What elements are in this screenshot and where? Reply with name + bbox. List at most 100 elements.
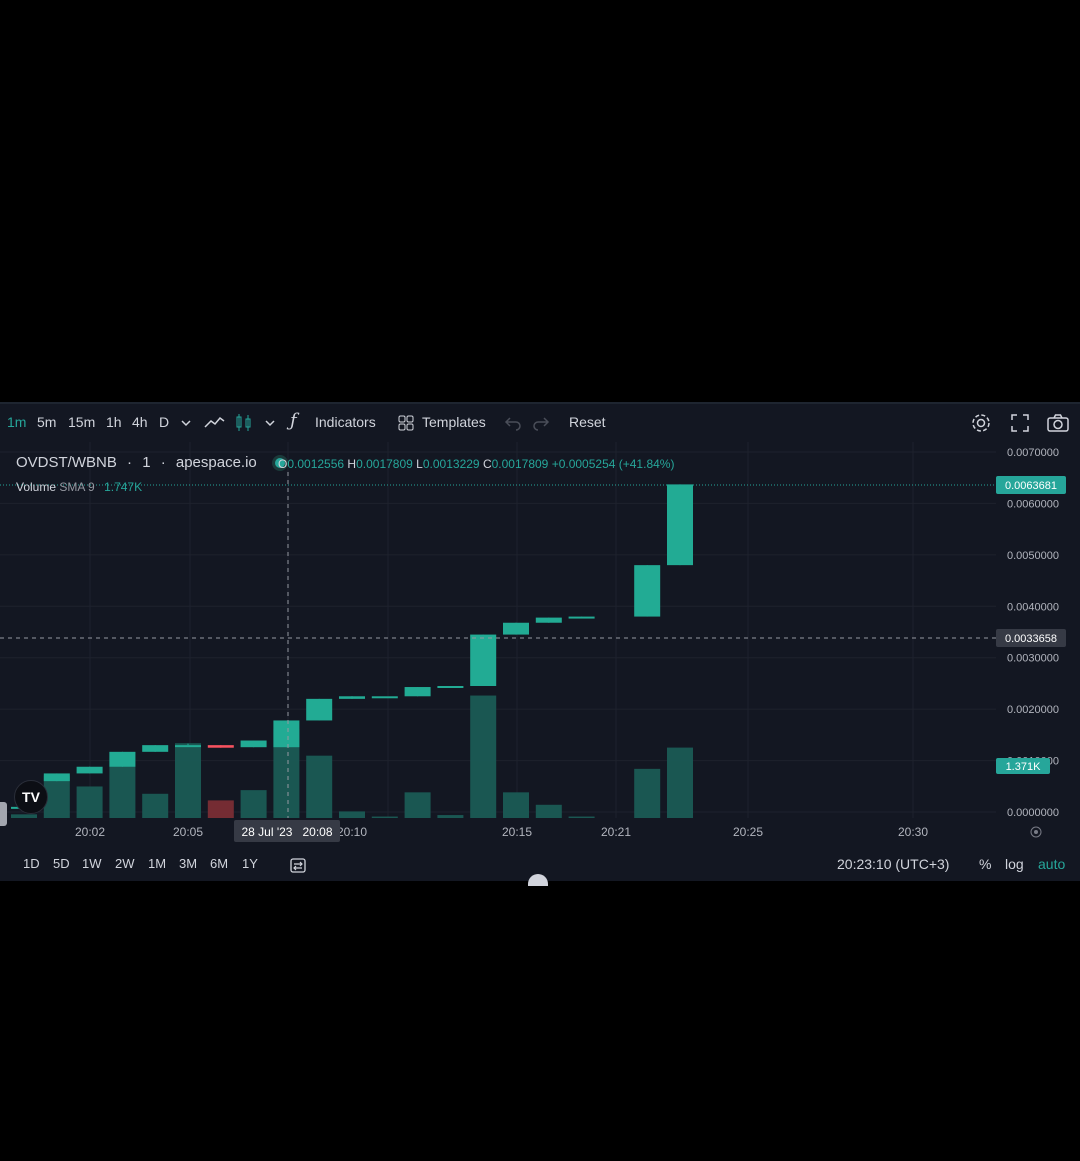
clock-timezone[interactable]: 20:23:10 (UTC+3)	[837, 856, 949, 872]
interval-5m[interactable]: 5m	[37, 414, 56, 430]
candle-body	[109, 751, 136, 767]
price-axis-label: 0.0030000	[1007, 653, 1059, 665]
range-6m[interactable]: 6M	[210, 856, 228, 871]
volume-bar	[404, 792, 431, 818]
volume-bar	[207, 800, 234, 818]
volume-bar	[142, 793, 169, 818]
range-1y[interactable]: 1Y	[242, 856, 258, 871]
candle-body	[371, 696, 398, 699]
candle-body	[404, 687, 431, 697]
candle-body	[437, 686, 464, 688]
indicators-button[interactable]: Indicators	[315, 414, 376, 430]
crosshair-price-value: 0.0033658	[1005, 633, 1057, 645]
volume-bar	[535, 804, 562, 818]
high-value: 0.0017809	[356, 457, 413, 471]
chart-widget: 1m 5m 15m 1h 4h D ƒ Indicators Templates…	[0, 402, 1080, 886]
goto-date-icon[interactable]	[289, 856, 307, 874]
volume-bar	[371, 816, 398, 818]
fullscreen-icon[interactable]	[1010, 413, 1030, 433]
price-axis-label: 0.0020000	[1007, 704, 1059, 716]
volume-bar	[240, 790, 267, 818]
candle-body	[667, 484, 693, 566]
symbol-name[interactable]: OVDST/WBNB	[16, 454, 117, 471]
time-axis-label: 20:21	[601, 825, 631, 839]
range-1m[interactable]: 1M	[148, 856, 166, 871]
volume-value: 1.747K	[104, 480, 143, 494]
price-axis-label: 0.0070000	[1007, 447, 1059, 459]
candle-body	[43, 773, 70, 782]
interval-dropdown-chevron-icon[interactable]	[179, 416, 193, 430]
reset-button[interactable]: Reset	[569, 414, 606, 430]
left-panel-handle[interactable]	[0, 802, 7, 826]
chart-type-chevron-icon[interactable]	[263, 416, 277, 430]
last-price-value: 0.0063681	[1005, 480, 1057, 492]
candles-icon[interactable]	[234, 412, 254, 434]
interval-1h[interactable]: 1h	[106, 414, 122, 430]
price-axis-label: 0.0040000	[1007, 601, 1059, 613]
tradingview-logo-icon[interactable]: TV	[14, 780, 48, 814]
indicators-fx-icon[interactable]: ƒ	[290, 410, 297, 431]
settings-gear-icon[interactable]	[970, 412, 992, 434]
candle-body	[568, 616, 595, 619]
low-label: L	[416, 457, 423, 471]
open-label: O	[278, 457, 288, 471]
volume-tag-value: 1.371K	[1006, 761, 1042, 773]
volume-bar	[76, 786, 103, 818]
line-chart-icon[interactable]	[204, 414, 226, 432]
volume-bar	[503, 792, 529, 818]
interval-4h[interactable]: 4h	[132, 414, 148, 430]
volume-bar	[568, 816, 595, 818]
volume-bar	[339, 811, 365, 818]
time-axis-label: 20:15	[502, 825, 532, 839]
high-label: H	[347, 457, 357, 471]
volume-legend: Volume SMA 9 1.747K	[16, 480, 142, 494]
candle-body	[535, 617, 562, 623]
candle-body	[207, 745, 234, 748]
change-value: +0.0005254 (+41.84%)	[551, 457, 675, 471]
auto-toggle[interactable]: auto	[1038, 856, 1065, 872]
time-axis: 20:02 20:05 20:10 20:15 20:21 20:25 20:30	[75, 825, 928, 839]
range-1d[interactable]: 1D	[23, 856, 40, 871]
chart-grid	[0, 442, 996, 818]
templates-grid-icon[interactable]	[397, 414, 415, 432]
volume-bar	[437, 815, 464, 818]
volume-bar	[175, 743, 201, 818]
time-axis-label: 20:25	[733, 825, 763, 839]
axis-settings-icon[interactable]	[1030, 826, 1042, 838]
price-chart[interactable]: 0.0070000 0.0060000 0.0050000 0.0040000 0.00…	[0, 442, 1080, 850]
price-axis-label: 0.0050000	[1007, 550, 1059, 562]
range-3m[interactable]: 3M	[179, 856, 197, 871]
candle-body	[470, 634, 497, 686]
candle-body	[306, 698, 333, 721]
range-1w[interactable]: 1W	[82, 856, 102, 871]
interval-15m[interactable]: 15m	[68, 414, 95, 430]
volume-bar	[667, 747, 693, 818]
range-2w[interactable]: 2W	[115, 856, 135, 871]
price-axis-label: 0.0000000	[1007, 807, 1059, 819]
candle-body	[76, 766, 103, 774]
volume-bar	[634, 768, 661, 818]
templates-button[interactable]: Templates	[422, 414, 486, 430]
volume-bar	[306, 755, 333, 818]
redo-icon[interactable]	[532, 415, 550, 431]
candle-body	[142, 745, 169, 752]
time-axis-label: 20:05	[173, 825, 203, 839]
candle-body	[634, 565, 661, 617]
camera-snapshot-icon[interactable]	[1046, 413, 1070, 433]
price-axis-label: 0.0060000	[1007, 498, 1059, 510]
candle-body	[273, 720, 300, 748]
range-5d[interactable]: 5D	[53, 856, 70, 871]
candle-body	[339, 696, 365, 699]
candle-body	[175, 745, 201, 748]
interval-d[interactable]: D	[159, 414, 169, 430]
close-value: 0.0017809	[491, 457, 549, 471]
undo-icon[interactable]	[504, 415, 522, 431]
percent-toggle[interactable]: %	[979, 856, 991, 872]
time-axis-label: 20:10	[337, 825, 367, 839]
log-toggle[interactable]: log	[1005, 856, 1024, 872]
volume-sma: SMA 9	[59, 480, 95, 494]
symbol-legend: OVDST/WBNB · 1 · apespace.io	[16, 454, 299, 471]
interval-1m[interactable]: 1m	[7, 414, 26, 430]
candle-body	[503, 622, 529, 635]
time-axis-label: 20:02	[75, 825, 105, 839]
